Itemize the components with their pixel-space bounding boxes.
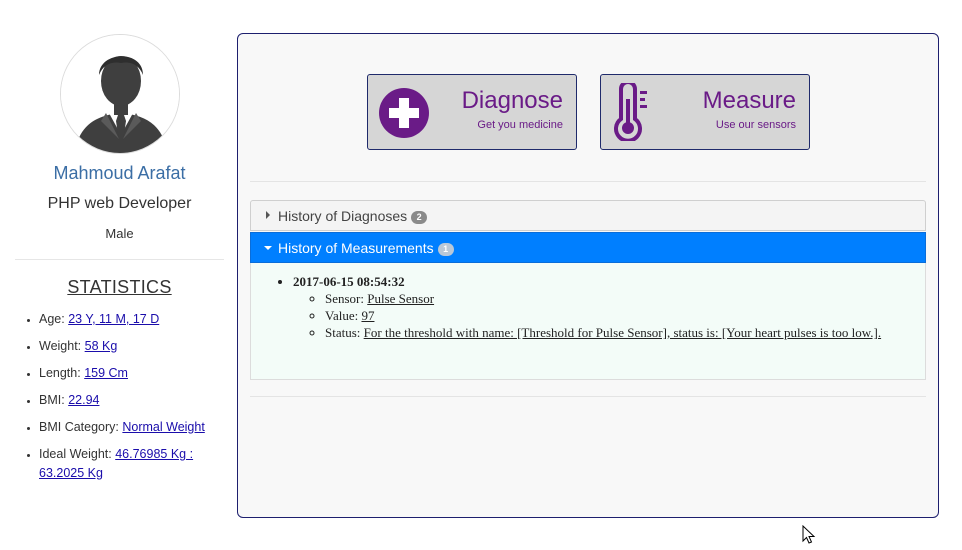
divider xyxy=(250,396,926,397)
diagnose-button[interactable]: Diagnose Get you medicine xyxy=(367,74,577,150)
thermometer-icon xyxy=(611,80,651,146)
measurement-datetime: 2017-06-15 08:54:32 xyxy=(293,274,405,289)
statistics-list: Age: 23 Y, 11 M, 17 D Weight: 58 Kg Leng… xyxy=(15,310,224,491)
accordion-history-of-diagnoses[interactable]: History of Diagnoses 2 xyxy=(250,200,926,231)
diagnose-subtitle: Get you medicine xyxy=(477,119,563,131)
caret-down-icon xyxy=(264,246,272,250)
profile-gender: Male xyxy=(105,226,134,241)
stat-value-link[interactable]: 22.94 xyxy=(68,393,99,407)
status-link[interactable]: For the threshold with name: [Threshold … xyxy=(364,325,881,340)
plus-circle-icon xyxy=(378,87,430,144)
accordion-label: History of Diagnoses xyxy=(278,208,408,224)
stat-label: BMI: xyxy=(39,393,65,407)
stat-value-link[interactable]: 23 Y, 11 M, 17 D xyxy=(68,312,159,326)
measurement-sensor: Sensor: Pulse Sensor xyxy=(325,290,905,307)
stat-length: Length: 159 Cm xyxy=(39,364,224,383)
detail-label: Status: xyxy=(325,325,361,340)
stat-value-link[interactable]: 58 Kg xyxy=(85,339,118,353)
measurement-value: Value: 97 xyxy=(325,307,905,324)
diagnose-title: Diagnose xyxy=(461,87,563,114)
stat-age: Age: 23 Y, 11 M, 17 D xyxy=(39,310,224,329)
sensor-link[interactable]: Pulse Sensor xyxy=(367,291,434,306)
profile-job-title: PHP web Developer xyxy=(47,195,192,212)
main-panel: Diagnose Get you medicine Measure Use ou… xyxy=(237,33,939,518)
list-item: 2017-06-15 08:54:32 Sensor: Pulse Sensor… xyxy=(293,273,905,341)
stat-label: Age: xyxy=(39,312,65,326)
measurement-status: Status: For the threshold with name: [Th… xyxy=(325,324,905,341)
measurement-list: 2017-06-15 08:54:32 Sensor: Pulse Sensor… xyxy=(293,273,905,341)
measurements-panel: 2017-06-15 08:54:32 Sensor: Pulse Sensor… xyxy=(250,263,926,380)
statistics-title: STATISTICS xyxy=(67,277,172,297)
stat-bmi-category: BMI Category: Normal Weight xyxy=(39,418,224,437)
stat-value-link[interactable]: Normal Weight xyxy=(122,420,204,434)
count-badge: 1 xyxy=(437,243,454,256)
detail-label: Sensor: xyxy=(325,291,364,306)
measurement-details: Sensor: Pulse Sensor Value: 97 Status: F… xyxy=(293,290,905,341)
accordion-label: History of Measurements xyxy=(278,240,434,256)
profile-name[interactable]: Mahmoud Arafat xyxy=(15,163,224,184)
stat-label: Length: xyxy=(39,366,81,380)
stat-weight: Weight: 58 Kg xyxy=(39,337,224,356)
avatar xyxy=(60,34,180,154)
divider xyxy=(15,259,224,260)
measure-title: Measure xyxy=(702,87,796,114)
stat-value-link[interactable]: 159 Cm xyxy=(84,366,128,380)
value-link[interactable]: 97 xyxy=(361,308,374,323)
stat-label: BMI Category: xyxy=(39,420,119,434)
mouse-cursor-icon xyxy=(802,524,816,550)
measure-subtitle: Use our sensors xyxy=(715,119,796,131)
detail-label: Value: xyxy=(325,308,359,323)
measure-button[interactable]: Measure Use our sensors xyxy=(600,74,810,150)
stat-ideal-weight: Ideal Weight: 46.76985 Kg : 63.2025 Kg xyxy=(39,445,224,483)
accordion-history-of-measurements[interactable]: History of Measurements 1 xyxy=(250,232,926,263)
count-badge: 2 xyxy=(411,211,428,224)
stat-label: Weight: xyxy=(39,339,82,353)
stat-label: Ideal Weight: xyxy=(39,447,112,461)
divider xyxy=(250,181,926,182)
user-avatar-icon xyxy=(61,35,179,153)
caret-right-icon xyxy=(266,211,270,219)
stat-bmi: BMI: 22.94 xyxy=(39,391,224,410)
